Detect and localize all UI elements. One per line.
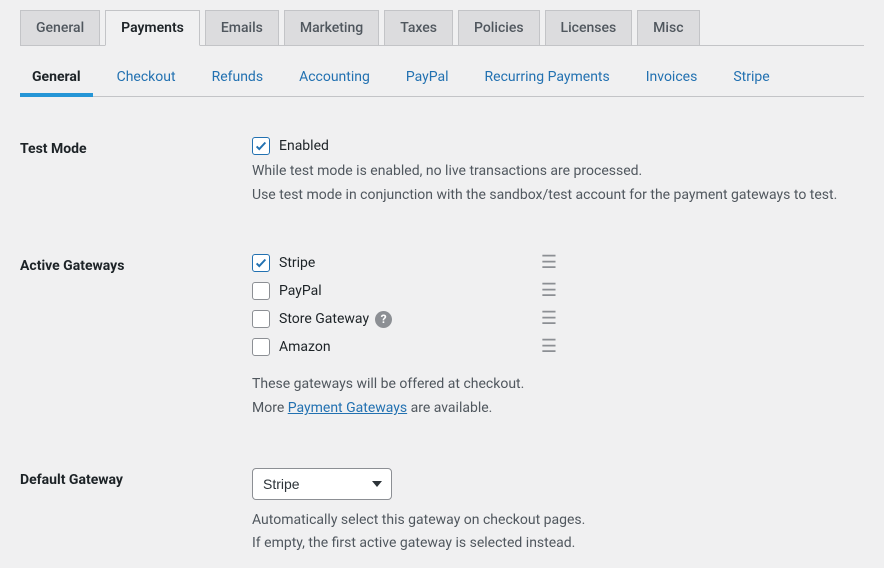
gateway-item-paypal: PayPal ☰ bbox=[252, 282, 557, 300]
label-default-gateway: Default Gateway bbox=[20, 468, 252, 555]
drag-handle-icon[interactable]: ☰ bbox=[541, 310, 557, 328]
tab-taxes[interactable]: Taxes bbox=[384, 10, 453, 46]
label-test-mode: Test Mode bbox=[20, 137, 252, 206]
desc-default-1: Automatically select this gateway on che… bbox=[252, 510, 864, 532]
link-payment-gateways[interactable]: Payment Gateways bbox=[288, 400, 407, 416]
checkbox-gateway-amazon[interactable] bbox=[252, 338, 270, 356]
tabs-sub: General Checkout Refunds Accounting PayP… bbox=[20, 46, 864, 97]
subtab-general[interactable]: General bbox=[20, 61, 93, 97]
subtab-refunds[interactable]: Refunds bbox=[200, 61, 276, 97]
desc-test-mode-1: While test mode is enabled, no live tran… bbox=[252, 161, 864, 183]
subtab-checkout[interactable]: Checkout bbox=[105, 61, 188, 97]
subtab-stripe[interactable]: Stripe bbox=[721, 61, 781, 97]
gateway-item-store: Store Gateway ? ☰ bbox=[252, 310, 557, 328]
row-active-gateways: Active Gateways Stripe ☰ PayPal bbox=[20, 254, 864, 419]
drag-handle-icon[interactable]: ☰ bbox=[541, 282, 557, 300]
tabs-primary: General Payments Emails Marketing Taxes … bbox=[20, 10, 864, 46]
drag-handle-icon[interactable]: ☰ bbox=[541, 254, 557, 272]
gateway-item-stripe: Stripe ☰ bbox=[252, 254, 557, 272]
desc-gateways-2-post: are available. bbox=[407, 400, 492, 416]
desc-gateways-1: These gateways will be offered at checko… bbox=[252, 374, 864, 396]
gateway-item-amazon: Amazon ☰ bbox=[252, 338, 557, 356]
tab-payments[interactable]: Payments bbox=[105, 10, 200, 46]
tab-misc[interactable]: Misc bbox=[637, 10, 699, 46]
check-icon bbox=[254, 139, 268, 153]
gateway-label-amazon: Amazon bbox=[279, 339, 331, 355]
checkbox-gateway-stripe[interactable] bbox=[252, 254, 270, 272]
subtab-recurring[interactable]: Recurring Payments bbox=[473, 61, 622, 97]
gateway-list: Stripe ☰ PayPal ☰ Store Gate bbox=[252, 254, 864, 356]
tab-marketing[interactable]: Marketing bbox=[284, 10, 379, 46]
subtab-invoices[interactable]: Invoices bbox=[634, 61, 710, 97]
gateway-label-store: Store Gateway bbox=[279, 311, 369, 327]
desc-test-mode-2: Use test mode in conjunction with the sa… bbox=[252, 185, 864, 207]
tab-general[interactable]: General bbox=[20, 10, 100, 46]
gateway-label-stripe: Stripe bbox=[279, 255, 315, 271]
help-icon[interactable]: ? bbox=[375, 311, 392, 328]
desc-gateways-2: More Payment Gateways are available. bbox=[252, 398, 864, 420]
subtab-paypal[interactable]: PayPal bbox=[394, 61, 461, 97]
select-default-gateway[interactable]: Stripe bbox=[252, 468, 392, 500]
check-icon bbox=[254, 256, 268, 270]
checkbox-gateway-paypal[interactable] bbox=[252, 282, 270, 300]
tab-policies[interactable]: Policies bbox=[458, 10, 540, 46]
drag-handle-icon[interactable]: ☰ bbox=[541, 338, 557, 356]
checkbox-gateway-store[interactable] bbox=[252, 310, 270, 328]
tab-emails[interactable]: Emails bbox=[205, 10, 279, 46]
label-active-gateways: Active Gateways bbox=[20, 254, 252, 419]
select-default-gateway-wrap: Stripe bbox=[252, 468, 392, 500]
tab-licenses[interactable]: Licenses bbox=[545, 10, 633, 46]
gateway-label-paypal: PayPal bbox=[279, 283, 322, 299]
checkbox-test-mode[interactable] bbox=[252, 137, 270, 155]
row-default-gateway: Default Gateway Stripe Automatically sel… bbox=[20, 468, 864, 555]
row-test-mode: Test Mode Enabled While test mode is ena… bbox=[20, 137, 864, 206]
checkbox-test-mode-label: Enabled bbox=[279, 138, 329, 154]
desc-gateways-2-pre: More bbox=[252, 400, 288, 416]
desc-default-2: If empty, the first active gateway is se… bbox=[252, 533, 864, 555]
subtab-accounting[interactable]: Accounting bbox=[287, 61, 382, 97]
